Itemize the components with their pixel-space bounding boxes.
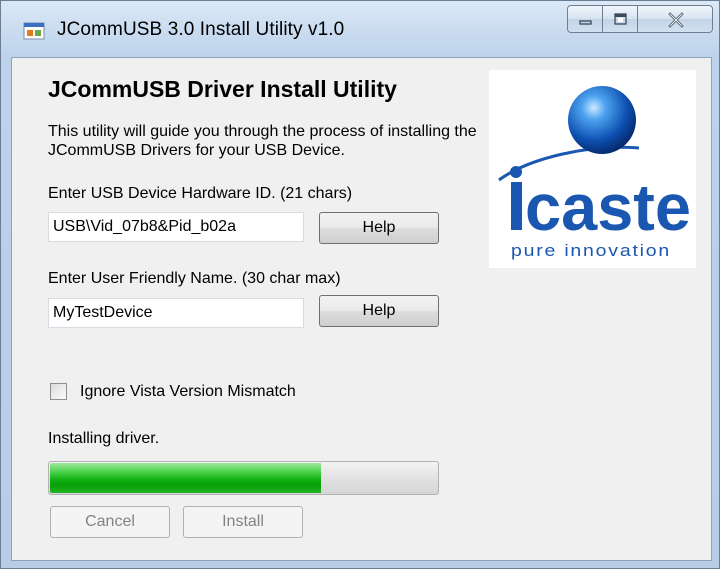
logo-tagline: pure innovation xyxy=(511,242,671,260)
install-progress-bar xyxy=(48,461,439,495)
friendly-name-label: Enter User Friendly Name. (30 char max) xyxy=(48,270,341,287)
install-button[interactable]: Install xyxy=(183,506,303,538)
friendly-name-help-button[interactable]: Help xyxy=(319,295,439,327)
install-utility-window: JCommUSB 3.0 Install Utility v1.0 JCommU… xyxy=(0,0,720,569)
hardware-id-label: Enter USB Device Hardware ID. (21 chars) xyxy=(48,185,353,202)
ignore-mismatch-checkbox[interactable] xyxy=(50,383,67,400)
description-text: This utility will guide you through the … xyxy=(48,123,477,159)
icaste-logo-graphic: caste pure innovation xyxy=(498,86,691,260)
maximize-button[interactable] xyxy=(602,5,638,33)
close-icon xyxy=(668,12,684,28)
close-button[interactable] xyxy=(637,5,713,33)
cancel-button[interactable]: Cancel xyxy=(50,506,170,538)
icaste-logo: caste pure innovation xyxy=(489,70,696,268)
window-controls xyxy=(567,5,713,35)
maximize-icon xyxy=(614,13,627,25)
hardware-id-help-button[interactable]: Help xyxy=(319,212,439,244)
app-window-icon xyxy=(23,22,45,40)
hardware-id-input[interactable]: USB\Vid_07b8&Pid_b02a xyxy=(48,212,304,242)
minimize-button[interactable] xyxy=(567,5,603,33)
minimize-icon xyxy=(579,20,592,25)
ignore-mismatch-label[interactable]: Ignore Vista Version Mismatch xyxy=(80,383,296,401)
window-title: JCommUSB 3.0 Install Utility v1.0 xyxy=(57,19,345,40)
progress-fill xyxy=(50,463,321,493)
svg-text:caste: caste xyxy=(525,170,691,244)
page-title: JCommUSB Driver Install Utility xyxy=(48,76,397,102)
dialog-body: JCommUSB Driver Install Utility This uti… xyxy=(11,57,712,561)
status-text: Installing driver. xyxy=(48,430,160,447)
friendly-name-input[interactable]: MyTestDevice xyxy=(48,298,304,328)
title-bar[interactable]: JCommUSB 3.0 Install Utility v1.0 xyxy=(1,1,719,59)
